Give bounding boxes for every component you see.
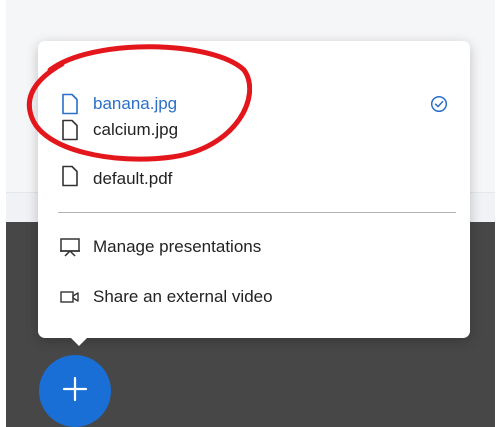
presentation-item-default[interactable]: default.pdf (38, 161, 470, 191)
presentation-label: default.pdf (93, 169, 173, 188)
file-icon (58, 164, 82, 188)
video-camera-icon (58, 285, 82, 309)
presentation-item-calcium[interactable]: calcium.jpg (38, 111, 470, 149)
actions-fab-button[interactable] (39, 355, 111, 427)
manage-presentations-item[interactable]: Manage presentations (38, 228, 470, 266)
presentation-screen-icon (58, 235, 82, 259)
menu-divider (58, 212, 456, 213)
presentation-label: calcium.jpg (93, 120, 179, 139)
share-external-video-label: Share an external video (93, 287, 273, 306)
actions-menu: banana.jpg calcium.jpg default.pdf Manag… (38, 41, 470, 338)
menu-pointer-arrow (67, 334, 91, 346)
right-frame (495, 0, 501, 427)
share-external-video-item[interactable]: Share an external video (38, 278, 470, 316)
left-frame (0, 0, 6, 427)
file-icon (58, 118, 82, 142)
manage-presentations-label: Manage presentations (93, 237, 262, 256)
plus-icon (61, 375, 89, 408)
